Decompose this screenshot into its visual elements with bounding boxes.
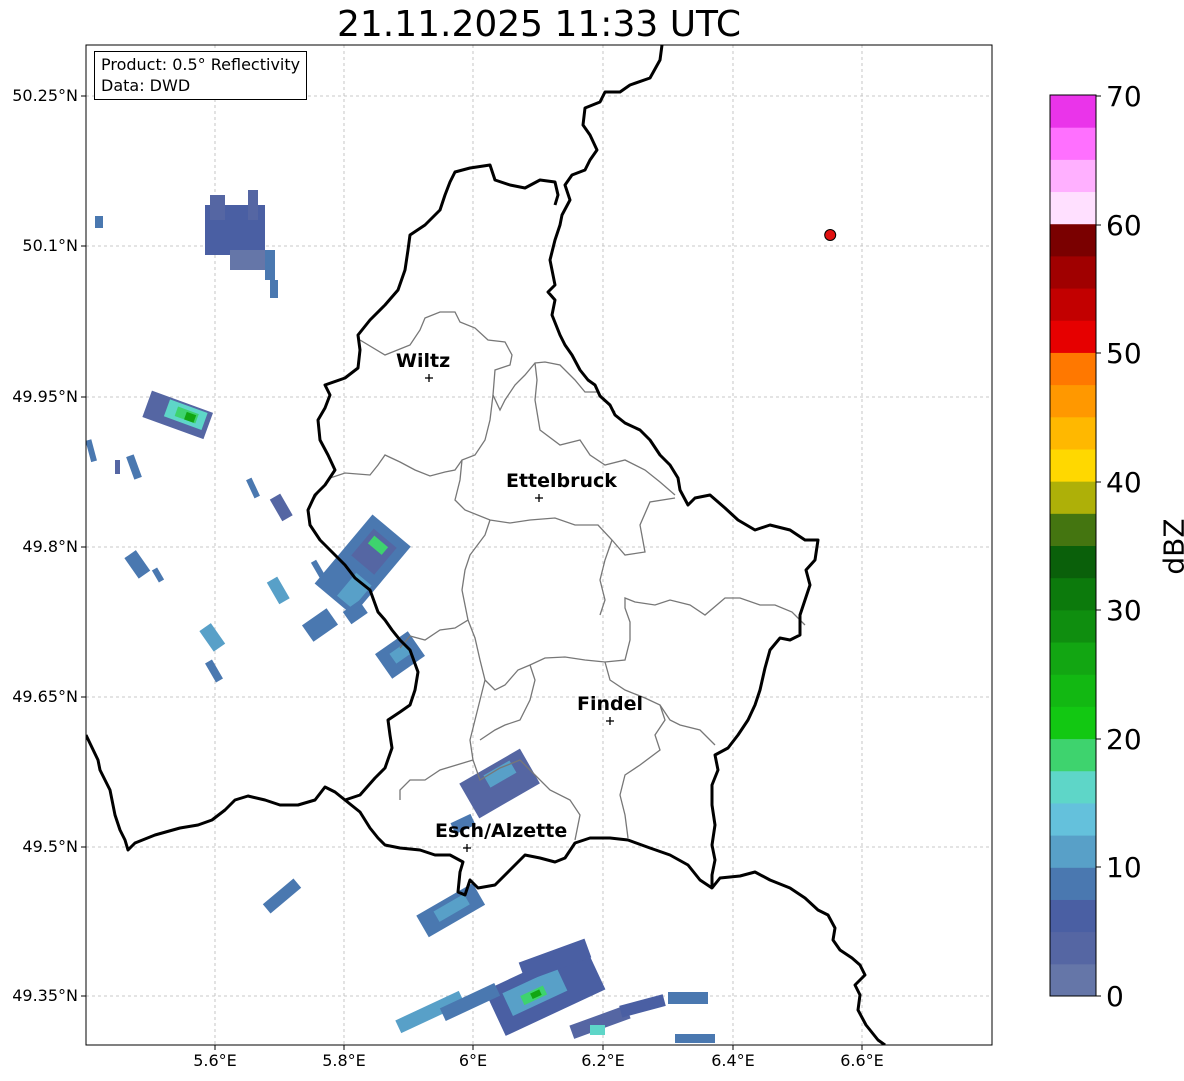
colorbar-segment (1050, 835, 1096, 868)
colorbar-tick-label: 30 (1106, 594, 1142, 627)
colorbar-label: dBZ (1157, 518, 1184, 575)
colorbar-segment (1050, 448, 1096, 482)
colorbar-segment (1050, 545, 1096, 579)
colorbar-segment (1050, 802, 1096, 836)
colorbar-tick-label: 70 (1106, 80, 1142, 113)
colorbar-segment (1050, 159, 1096, 193)
colorbar-segment (1050, 352, 1096, 386)
lon-tick-label: 5.8°E (322, 1051, 366, 1070)
colorbar-tick-label: 0 (1106, 980, 1124, 1013)
lat-tick-label: 50.25°N (12, 86, 78, 105)
colorbar-tick-label: 40 (1106, 466, 1142, 499)
radar-map (81, 44, 1101, 1050)
city-label-wiltz: Wiltz (396, 350, 451, 372)
colorbar-segment (1050, 288, 1096, 321)
colorbar-segment (1050, 577, 1096, 611)
national-borders (86, 45, 886, 1045)
colorbar-segment (1050, 384, 1096, 418)
product-info-box: Product: 0.5° Reflectivity Data: DWD (94, 51, 308, 100)
colorbar-segment (1050, 770, 1096, 804)
colorbar-segment (1050, 609, 1096, 643)
colorbar-ticks (1096, 95, 1101, 997)
colorbar (1050, 95, 1096, 997)
colorbar-segment (1050, 191, 1096, 225)
colorbar-segment (1050, 899, 1096, 933)
data-source-label: Data: DWD (101, 76, 191, 95)
colorbar-segment (1050, 320, 1096, 353)
lon-tick-label: 6.4°E (711, 1051, 755, 1070)
colorbar-segment (1050, 738, 1096, 772)
colorbar-segment (1050, 255, 1096, 289)
colorbar-segment (1050, 674, 1096, 707)
lat-tick-label: 49.95°N (12, 387, 78, 406)
colorbar-segment (1050, 223, 1096, 257)
city-label-findel: Findel (577, 693, 644, 715)
colorbar-segment (1050, 642, 1096, 675)
colorbar-tick-label: 10 (1106, 851, 1142, 884)
colorbar-segment (1050, 95, 1096, 128)
lon-tick-label: 6°E (458, 1051, 488, 1070)
colorbar-tick-label: 50 (1106, 337, 1142, 370)
colorbar-segment (1050, 706, 1096, 740)
colorbar-segment (1050, 963, 1096, 997)
city-label-esch-alzette: Esch/Alzette (435, 820, 568, 842)
lat-tick-label: 49.35°N (12, 986, 78, 1005)
lat-tick-label: 49.8°N (22, 537, 78, 556)
colorbar-segment (1050, 127, 1096, 160)
colorbar-segment (1050, 416, 1096, 450)
lat-tick-label: 49.5°N (22, 837, 78, 856)
colorbar-segment (1050, 931, 1096, 965)
colorbar-tick-label: 60 (1106, 209, 1142, 242)
location-marker (824, 229, 837, 241)
lat-tick-label: 50.1°N (22, 236, 78, 255)
map-title: 21.11.2025 11:33 UTC (336, 4, 742, 45)
colorbar-segment (1050, 513, 1096, 546)
lat-tick-label: 49.65°N (12, 687, 78, 706)
colorbar-tick-label: 20 (1106, 723, 1142, 756)
radar-echoes (86, 190, 715, 1043)
product-label: Product: 0.5° Reflectivity (101, 55, 301, 74)
colorbar-segment (1050, 867, 1096, 900)
city-label-ettelbruck: Ettelbruck (506, 470, 617, 492)
lon-tick-label: 6.6°E (840, 1051, 884, 1070)
lon-tick-label: 6.2°E (581, 1051, 625, 1070)
lon-tick-label: 5.6°E (193, 1051, 237, 1070)
colorbar-segment (1050, 481, 1096, 514)
